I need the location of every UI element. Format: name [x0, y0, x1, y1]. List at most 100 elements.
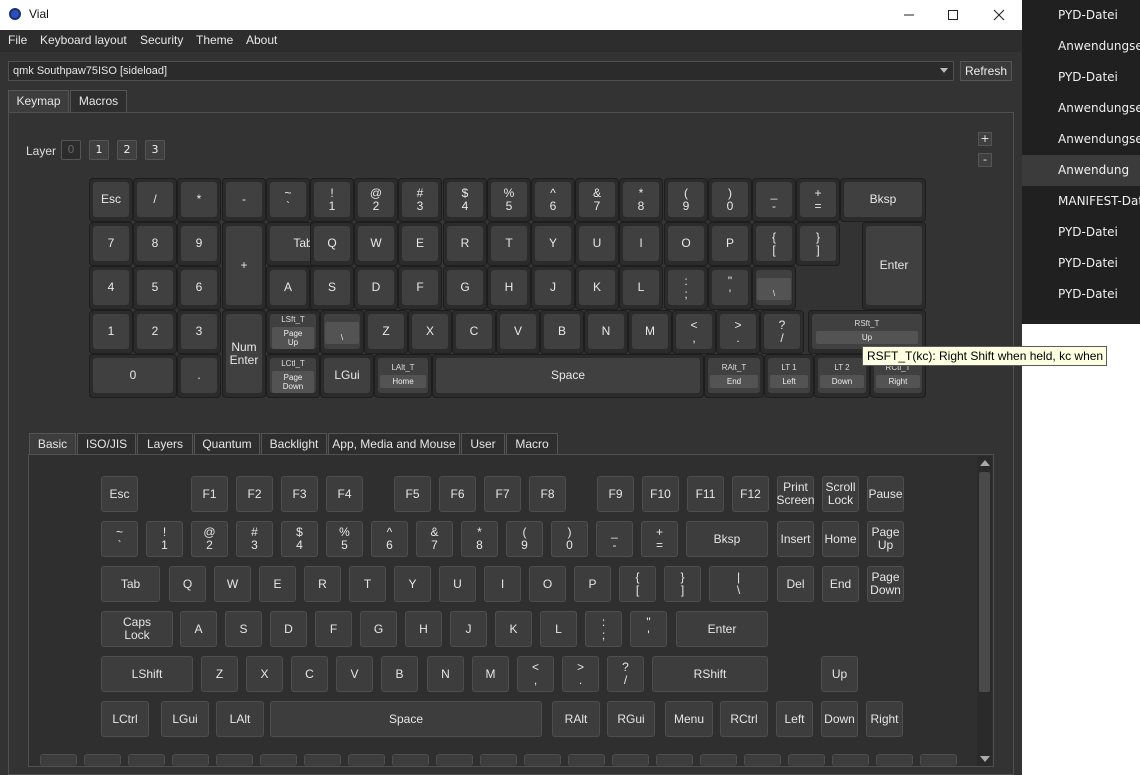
keymap-key[interactable]: ? /: [760, 310, 804, 354]
keycode-button[interactable]: B: [381, 656, 418, 692]
keycode-button[interactable]: Caps Lock: [101, 611, 173, 647]
keycode-button[interactable]: W: [214, 566, 251, 602]
keymap-key[interactable]: U: [575, 222, 619, 266]
keycode-button[interactable]: F8: [529, 476, 566, 512]
keymap-key[interactable]: K: [575, 266, 619, 310]
keymap-key[interactable]: Enter: [862, 222, 926, 310]
keycode-button[interactable]: G: [360, 611, 397, 647]
keycode-button-partial[interactable]: [612, 754, 649, 766]
keymap-key[interactable]: 7: [89, 222, 133, 266]
keymap-key[interactable]: Q: [310, 222, 354, 266]
keycode-button-partial[interactable]: [788, 754, 825, 766]
keymap-key[interactable]: P: [708, 222, 752, 266]
keycode-button[interactable]: RGui: [607, 701, 655, 737]
keycode-button[interactable]: * 8: [461, 521, 498, 557]
keymap-key[interactable]: & 7: [575, 178, 619, 222]
keycode-button[interactable]: K: [495, 611, 532, 647]
maximize-button[interactable]: [930, 0, 976, 30]
menu-theme[interactable]: Theme: [196, 33, 233, 47]
keycode-button[interactable]: ^ 6: [371, 521, 408, 557]
scroll-up-icon[interactable]: [980, 460, 990, 466]
keymap-key[interactable]: 3: [177, 310, 221, 354]
keymap-key[interactable]: RAlt_T End: [704, 354, 764, 398]
keymap-key[interactable]: " ': [708, 266, 752, 310]
keycode-tab[interactable]: Backlight: [261, 433, 327, 455]
keymap-key[interactable]: X: [408, 310, 452, 354]
keycode-button[interactable]: Insert: [777, 521, 814, 557]
keycode-button[interactable]: Bksp: [686, 521, 768, 557]
keymap-key[interactable]: Num Enter: [222, 310, 266, 398]
keymap-key[interactable]: @ 2: [354, 178, 398, 222]
keycode-scrollbar[interactable]: [977, 456, 992, 766]
keycode-button[interactable]: _ -: [596, 521, 633, 557]
keymap-key[interactable]: 0: [89, 354, 177, 398]
keycode-button[interactable]: Y: [394, 566, 431, 602]
keycode-button[interactable]: Left: [776, 701, 813, 737]
layer-button-3[interactable]: 3: [145, 140, 165, 160]
keycode-button-partial[interactable]: [172, 754, 209, 766]
keymap-key[interactable]: /: [133, 178, 177, 222]
keymap-key[interactable]: $ 4: [443, 178, 487, 222]
keycode-button[interactable]: > .: [562, 656, 599, 692]
keymap-key[interactable]: -: [222, 178, 266, 222]
keycode-button[interactable]: P: [574, 566, 611, 602]
keycode-button[interactable]: RCtrl: [720, 701, 768, 737]
keycode-button[interactable]: % 5: [326, 521, 363, 557]
keycode-button[interactable]: ( 9: [506, 521, 543, 557]
keymap-key[interactable]: \: [752, 266, 796, 310]
keymap-key[interactable]: LAlt_T Home: [374, 354, 432, 398]
keymap-key[interactable]: ~ `: [266, 178, 310, 222]
keymap-key[interactable]: ) 0: [708, 178, 752, 222]
minimize-button[interactable]: [886, 0, 932, 30]
keymap-key[interactable]: % 5: [487, 178, 531, 222]
keycode-button[interactable]: Up: [821, 656, 858, 692]
keycode-button[interactable]: Space: [270, 701, 542, 737]
keycode-button[interactable]: F9: [597, 476, 634, 512]
keycode-button[interactable]: Down: [821, 701, 858, 737]
keycode-button[interactable]: ~ `: [101, 521, 138, 557]
keymap-key[interactable]: { [: [752, 222, 796, 266]
keymap-key[interactable]: ^ 6: [531, 178, 575, 222]
keycode-button[interactable]: F12: [732, 476, 769, 512]
keymap-key[interactable]: + =: [796, 178, 840, 222]
keycode-button[interactable]: RShift: [652, 656, 768, 692]
keycode-button[interactable]: Right: [866, 701, 903, 737]
keycode-tab[interactable]: User: [461, 433, 505, 455]
keymap-key[interactable]: W: [354, 222, 398, 266]
keycode-button[interactable]: ) 0: [551, 521, 588, 557]
keycode-button[interactable]: " ': [630, 611, 667, 647]
keycode-button[interactable]: A: [180, 611, 217, 647]
keycode-button-partial[interactable]: [128, 754, 165, 766]
keycode-button[interactable]: C: [291, 656, 328, 692]
keycode-button[interactable]: I: [484, 566, 521, 602]
keycode-button[interactable]: Tab: [101, 566, 160, 602]
keycode-button[interactable]: Q: [169, 566, 206, 602]
keymap-key[interactable]: B: [540, 310, 584, 354]
keycode-button[interactable]: H: [405, 611, 442, 647]
keycode-button-partial[interactable]: [84, 754, 121, 766]
keymap-key[interactable]: LCtl_T Page Down: [266, 354, 320, 398]
keycode-button[interactable]: Page Up: [867, 521, 904, 557]
keymap-key[interactable]: } ]: [796, 222, 840, 266]
keycode-button[interactable]: X: [246, 656, 283, 692]
keycode-button[interactable]: LGui: [161, 701, 209, 737]
keycode-button[interactable]: Home: [822, 521, 859, 557]
keymap-key[interactable]: Bksp: [840, 178, 926, 222]
keymap-key[interactable]: _ -: [752, 178, 796, 222]
keymap-key[interactable]: Esc: [89, 178, 133, 222]
keycode-button-partial[interactable]: [348, 754, 385, 766]
keycode-button-partial[interactable]: [700, 754, 737, 766]
tab-keymap[interactable]: Keymap: [8, 90, 69, 112]
keymap-key[interactable]: 9: [177, 222, 221, 266]
keymap-key[interactable]: 2: [133, 310, 177, 354]
scroll-down-icon[interactable]: [980, 756, 990, 762]
keycode-button[interactable]: O: [529, 566, 566, 602]
keymap-key[interactable]: A: [266, 266, 310, 310]
keycode-button[interactable]: Del: [777, 566, 814, 602]
keymap-key[interactable]: E: [398, 222, 442, 266]
keymap-key[interactable]: C: [452, 310, 496, 354]
keymap-key[interactable]: LT 1 Left: [764, 354, 814, 398]
keymap-key[interactable]: > .: [716, 310, 760, 354]
keycode-button[interactable]: R: [304, 566, 341, 602]
keycode-tab[interactable]: Layers: [137, 433, 193, 455]
